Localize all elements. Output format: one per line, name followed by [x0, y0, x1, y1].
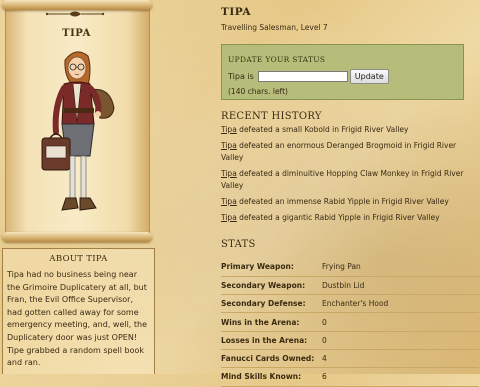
list-item: Tipa defeated a diminuitive Hopping Claw…	[221, 168, 480, 192]
table-row: Fanucci Cards Owned: 4	[221, 349, 479, 368]
stats-heading: STATS	[221, 239, 256, 250]
hero-link[interactable]: Tipa	[221, 125, 237, 134]
stat-value: 6	[322, 372, 327, 382]
stat-value: Dustbin Lid	[322, 280, 365, 290]
history-text: defeated an enormous Deranged Brogmoid i…	[221, 141, 457, 162]
ornament-divider-icon	[45, 11, 105, 17]
stat-label: Secondary Weapon:	[221, 280, 306, 290]
hero-link[interactable]: Tipa	[221, 197, 237, 206]
table-row: Secondary Weapon: Dustbin Lid	[221, 276, 479, 295]
stat-label: Primary Weapon:	[221, 262, 294, 272]
history-list: Tipa defeated a small Kobold in Frigid R…	[221, 124, 480, 228]
stat-label: Losses in the Arena:	[221, 335, 308, 345]
chars-left: (140 chars. left)	[228, 87, 288, 96]
page-title: TIPA	[221, 6, 252, 18]
stats-table: Primary Weapon: Frying Pan Secondary Weap…	[221, 258, 479, 387]
status-input[interactable]	[257, 71, 348, 82]
table-row: Mind Skills Known: 6	[221, 368, 479, 387]
scroll-bottom-roll	[2, 232, 152, 242]
table-row: Losses in the Arena: 0	[221, 331, 479, 350]
table-row: Secondary Defense: Enchanter's Hood	[221, 295, 479, 313]
hero-portrait	[41, 51, 115, 211]
hero-scroll: TIPA	[0, 0, 155, 242]
stat-value: 4	[322, 354, 327, 364]
hero-link[interactable]: Tipa	[221, 169, 237, 178]
list-item: Tipa defeated a small Kobold in Frigid R…	[221, 124, 480, 136]
history-text: defeated a small Kobold in Frigid River …	[236, 125, 409, 134]
hero-link[interactable]: Tipa	[221, 141, 237, 150]
history-text: defeated a diminuitive Hopping Claw Monk…	[221, 169, 464, 190]
update-button[interactable]: Update	[349, 69, 389, 84]
table-row: Wins in the Arena: 0	[221, 313, 479, 332]
stat-value: 0	[322, 317, 327, 327]
stat-label: Wins in the Arena:	[221, 317, 300, 327]
list-item: Tipa defeated an enormous Deranged Brogm…	[221, 140, 480, 164]
history-text: defeated an immense Rabid Yipple in Frig…	[236, 197, 449, 206]
list-item: Tipa defeated an immense Rabid Yipple in…	[221, 196, 480, 208]
hero-name: TIPA	[62, 28, 91, 39]
stat-value: Enchanter's Hood	[322, 299, 389, 309]
stat-label: Mind Skills Known:	[221, 372, 302, 382]
hero-link[interactable]: Tipa	[221, 213, 237, 222]
about-title: ABOUT TIPA	[49, 254, 108, 264]
stat-label: Fanucci Cards Owned:	[221, 354, 315, 364]
scroll-top-roll	[2, 0, 152, 10]
about-panel: ABOUT TIPA Tipa had no business being ne…	[2, 248, 155, 374]
about-text: Tipa had no business being near the Grim…	[7, 270, 148, 368]
stat-value: 0	[322, 335, 327, 345]
status-panel: UPDATE YOUR STATUS Tipa is Update (140 c…	[221, 44, 464, 100]
stat-value: Frying Pan	[322, 262, 361, 272]
stat-label: Secondary Defense:	[221, 299, 306, 309]
history-heading: RECENT HISTORY	[221, 111, 322, 122]
history-text: defeated a gigantic Rabid Yipple in Frig…	[236, 213, 440, 222]
table-row: Primary Weapon: Frying Pan	[221, 258, 479, 277]
status-title: UPDATE YOUR STATUS	[228, 55, 326, 64]
list-item: Tipa defeated a gigantic Rabid Yipple in…	[221, 212, 480, 224]
status-label: Tipa is	[228, 72, 254, 81]
class-level: Travelling Salesman, Level 7	[221, 23, 328, 32]
